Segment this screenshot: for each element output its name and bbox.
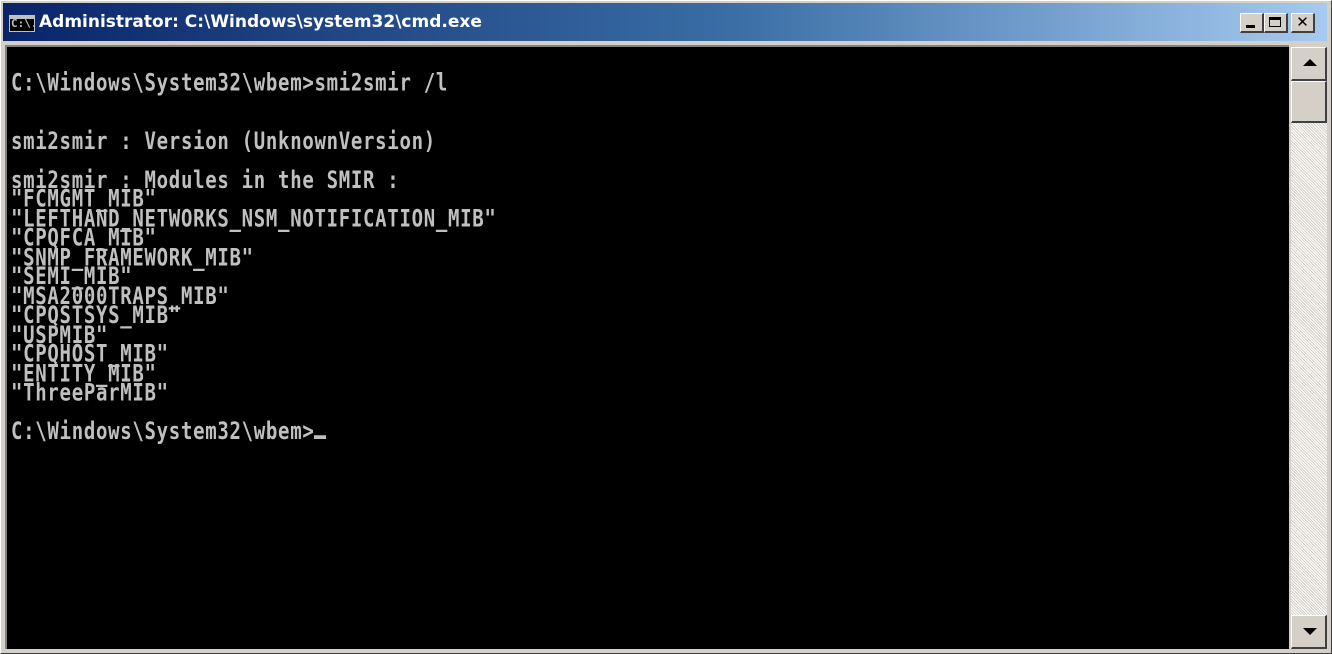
title-bar[interactable]: C:\. Administrator: C:\Windows\system32\…	[3, 3, 1327, 41]
window-title: Administrator: C:\Windows\system32\cmd.e…	[39, 12, 482, 32]
scroll-thumb[interactable]	[1291, 81, 1327, 123]
scroll-down-button[interactable]	[1291, 615, 1327, 649]
command-line: C:\Windows\System32\wbem>smi2smir /l	[11, 69, 449, 97]
cmd-window: C:\. Administrator: C:\Windows\system32\…	[0, 0, 1332, 654]
maximize-icon	[1269, 17, 1281, 27]
version-line: smi2smir : Version (UnknownVersion)	[11, 127, 436, 155]
vertical-scrollbar[interactable]	[1291, 47, 1327, 649]
scroll-up-button[interactable]	[1291, 47, 1327, 81]
close-icon: ✕	[1296, 13, 1309, 31]
module-item: "ThreeParMIB"	[11, 379, 169, 407]
prompt: C:\Windows\System32\wbem>	[11, 417, 315, 446]
scroll-down-arrow-icon	[1303, 628, 1317, 635]
console-icon[interactable]: C:\.	[9, 15, 35, 32]
maximize-button[interactable]	[1264, 13, 1288, 33]
minimize-button[interactable]	[1240, 13, 1264, 33]
scroll-up-arrow-icon	[1303, 59, 1317, 66]
close-button[interactable]: ✕	[1291, 13, 1315, 33]
text-cursor	[314, 435, 327, 439]
console-icon-label: C:\.	[11, 17, 35, 30]
console-text: C:\Windows\System32\wbem>smi2smir /l smi…	[11, 71, 497, 444]
minimize-icon	[1246, 25, 1255, 28]
console-output[interactable]: C:\Windows\System32\wbem>smi2smir /l smi…	[5, 45, 1289, 649]
